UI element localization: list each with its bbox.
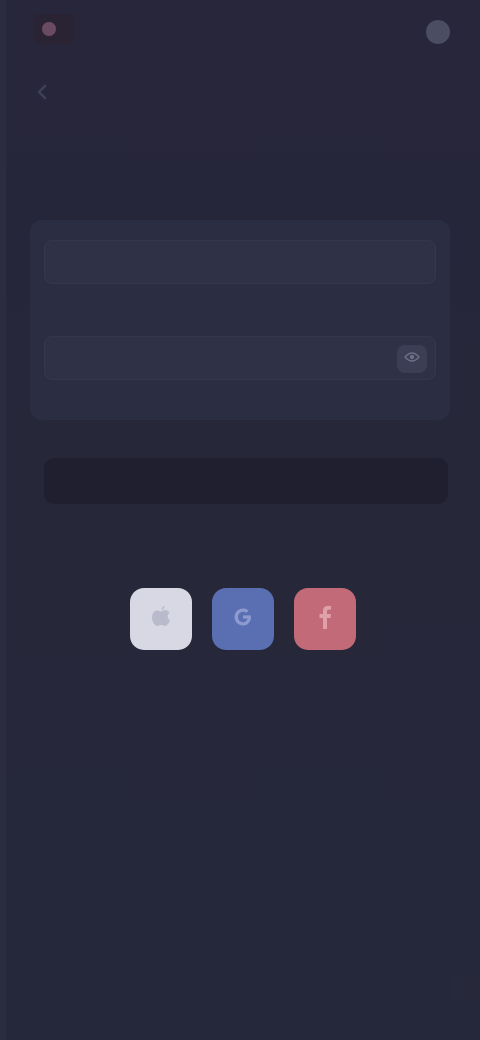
back-button[interactable] (30, 80, 54, 104)
social-login-row (130, 588, 356, 650)
top-action-button[interactable] (426, 20, 450, 44)
google-login-button[interactable] (212, 588, 274, 650)
left-edge-rail (0, 0, 6, 1040)
facebook-login-button[interactable] (294, 588, 356, 650)
password-field-wrapper (44, 336, 436, 380)
brand-logo[interactable] (34, 14, 74, 44)
brand-logo-icon (42, 22, 56, 36)
google-icon (232, 606, 254, 633)
login-screen (0, 0, 480, 1040)
footer-link[interactable] (452, 976, 480, 1000)
top-actions (418, 20, 450, 44)
password-field[interactable] (45, 337, 435, 379)
eye-icon (404, 350, 420, 368)
apple-login-button[interactable] (130, 588, 192, 650)
facebook-icon (318, 605, 332, 634)
toggle-password-visibility-button[interactable] (397, 345, 427, 373)
submit-button[interactable] (44, 458, 448, 504)
apple-icon (150, 605, 172, 634)
chevron-left-icon (36, 84, 48, 100)
top-bar (0, 0, 480, 64)
email-field-wrapper (44, 240, 436, 284)
email-field[interactable] (45, 241, 435, 283)
